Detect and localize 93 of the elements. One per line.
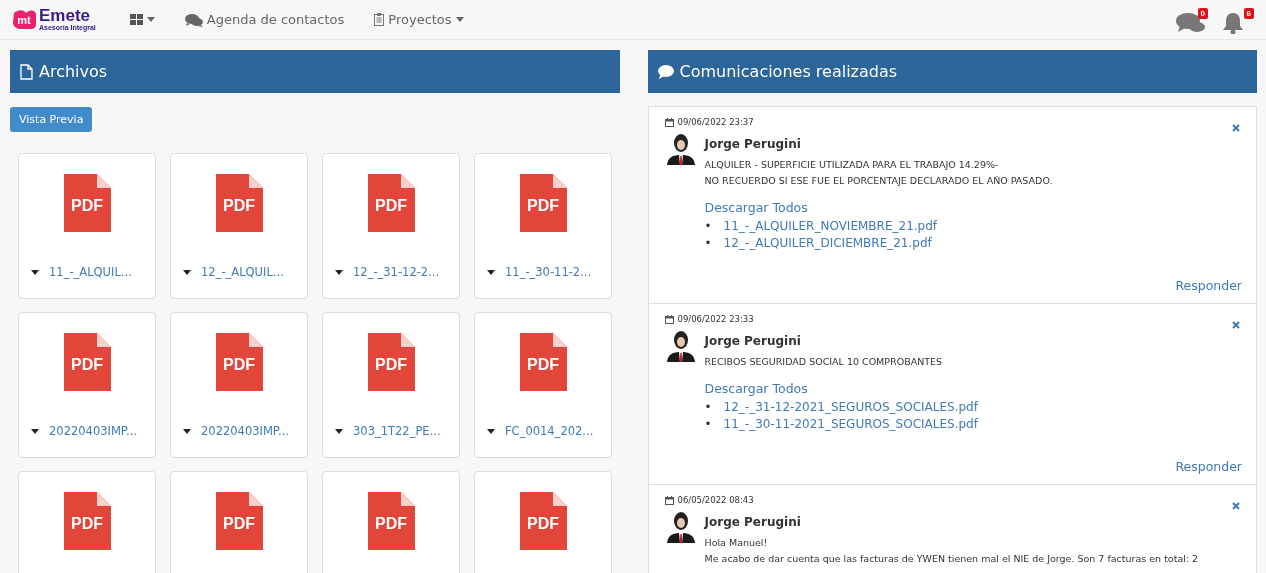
calendar-icon (664, 117, 674, 127)
file-link[interactable]: 11_-_ALQUIL... (19, 264, 138, 280)
message-text: ALQUILER - SUPERFICIE UTILIZADA PARA EL TRABAJO 14.29%- (704, 158, 1000, 172)
caret-icon (183, 428, 191, 434)
file-link[interactable]: 20220403IMP... (171, 423, 295, 439)
pdf-file-icon: PDF (519, 492, 567, 550)
message-text: Hola Manuel! (704, 536, 769, 550)
download-all-link[interactable]: Descargar Todos (704, 200, 808, 215)
chat-icon (657, 64, 674, 79)
logo-name: Emete (39, 8, 92, 24)
close-icon (1232, 502, 1240, 510)
bullet: • (704, 218, 712, 235)
close-icon (1232, 321, 1240, 329)
calendar-icon (664, 314, 674, 324)
file-card[interactable]: PDF 303_1T22_PE... (322, 312, 460, 458)
bullet: • (704, 399, 712, 416)
caret-icon (31, 428, 39, 434)
file-card[interactable]: PDF (322, 471, 460, 573)
pdf-file-icon: PDF (215, 174, 263, 232)
file-card[interactable]: PDF 20220403IMP... (18, 312, 156, 458)
file-card[interactable]: PDF (474, 471, 612, 573)
file-card[interactable]: PDF 12_-_ALQUIL... (170, 153, 308, 299)
bell-icon (1222, 11, 1244, 34)
logo-icon: mt (12, 8, 36, 31)
caret-icon (183, 269, 191, 275)
attachment-link[interactable]: 11_-_ALQUILER_NOVIEMBRE_21.pdf (723, 218, 938, 235)
caret-icon (31, 269, 39, 275)
caret-icon (146, 17, 155, 22)
chat-icon (1176, 11, 1206, 34)
attachment-link[interactable]: 11_-_30-11-2021_SEGUROS_SOCIALES.pdf (723, 416, 978, 433)
author-name: Jorge Perugini (704, 334, 802, 348)
caret-icon (487, 269, 495, 275)
file-card[interactable]: PDF 11_-_ALQUIL... (18, 153, 156, 299)
caret-icon (335, 428, 343, 434)
file-card[interactable]: PDF FC_0014_202... (474, 312, 612, 458)
grid-icon (129, 14, 143, 25)
pdf-file-icon: PDF (367, 174, 415, 232)
calendar-icon (664, 495, 674, 505)
pdf-file-icon: PDF (519, 174, 567, 232)
file-icon (20, 63, 33, 80)
close-icon (1232, 124, 1240, 132)
avatar-icon (664, 511, 697, 543)
pdf-file-icon: PDF (367, 333, 415, 391)
file-card[interactable]: PDF 20220403IMP... (170, 312, 308, 458)
pdf-file-icon: PDF (215, 492, 263, 550)
nav-link[interactable]: Proyectos (374, 12, 464, 27)
author-name: Jorge Perugini (704, 137, 802, 151)
caret-icon (487, 428, 495, 434)
pdf-file-icon: PDF (63, 333, 111, 391)
badge-count: 6 (1243, 7, 1254, 19)
file-card[interactable]: PDF 12_-_31-12-2... (322, 153, 460, 299)
bullet: • (704, 416, 712, 433)
panel-title: Archivos (39, 62, 108, 81)
nav-link[interactable]: Agenda de contactos (184, 12, 345, 27)
message-date: 06/05/2022 08:43 (677, 495, 754, 505)
attachment-link[interactable]: 12_-_ALQUILER_DICIEMBRE_21.pdf (723, 235, 932, 252)
file-link[interactable]: FC_0014_202... (475, 423, 600, 439)
message-date: 09/06/2022 23:33 (677, 314, 754, 324)
apps-menu-button[interactable] (129, 14, 155, 25)
preview-button[interactable]: Vista Previa (10, 107, 93, 132)
message-text: Me acabo de dar cuenta que las facturas de YWEN tienen mal el NIE de Jorge. Son 7 facturas en total: 2 (704, 552, 1199, 566)
avatar-icon (664, 330, 697, 362)
avatar-icon (664, 133, 697, 165)
badge-count: 0 (1197, 7, 1208, 19)
pdf-file-icon: PDF (519, 333, 567, 391)
reply-link[interactable]: Responder (1175, 459, 1242, 474)
download-all-link[interactable]: Descargar Todos (704, 381, 808, 396)
file-link[interactable]: 20220403IMP... (19, 423, 143, 439)
pdf-file-icon: PDF (63, 174, 111, 232)
message-text: RECIBOS SEGURIDAD SOCIAL 10 COMPROBANTES (704, 355, 944, 369)
panel-title: Comunicaciones realizadas (679, 62, 898, 81)
pdf-file-icon: PDF (63, 492, 111, 550)
file-link[interactable]: 12_-_31-12-2... (323, 264, 446, 280)
file-card[interactable]: PDF (170, 471, 308, 573)
file-card[interactable]: PDF 11_-_30-11-2... (474, 153, 612, 299)
caret-icon (335, 269, 343, 275)
message-date: 09/06/2022 23:37 (677, 117, 754, 127)
notifications-button[interactable]: 6 (1222, 5, 1254, 34)
chat-icon (184, 12, 203, 27)
message-text: NO RECUERDO SI ESE FUE EL PORCENTAJE DECLARADO EL AÑO PASADO. (704, 174, 1053, 188)
file-link[interactable]: 11_-_30-11-2... (475, 264, 598, 280)
caret-icon (455, 17, 464, 22)
attachment-link[interactable]: 12_-_31-12-2021_SEGUROS_SOCIALES.pdf (723, 399, 978, 416)
messages-button[interactable]: 0 (1176, 5, 1208, 34)
pdf-file-icon: PDF (367, 492, 415, 550)
file-card[interactable]: PDF (18, 471, 156, 573)
reply-link[interactable]: Responder (1175, 278, 1242, 293)
bullet: • (704, 235, 712, 252)
clipboard-icon (374, 13, 385, 26)
author-name: Jorge Perugini (704, 515, 802, 529)
pdf-file-icon: PDF (215, 333, 263, 391)
file-link[interactable]: 12_-_ALQUIL... (171, 264, 290, 280)
file-link[interactable]: 303_1T22_PE... (323, 423, 447, 439)
